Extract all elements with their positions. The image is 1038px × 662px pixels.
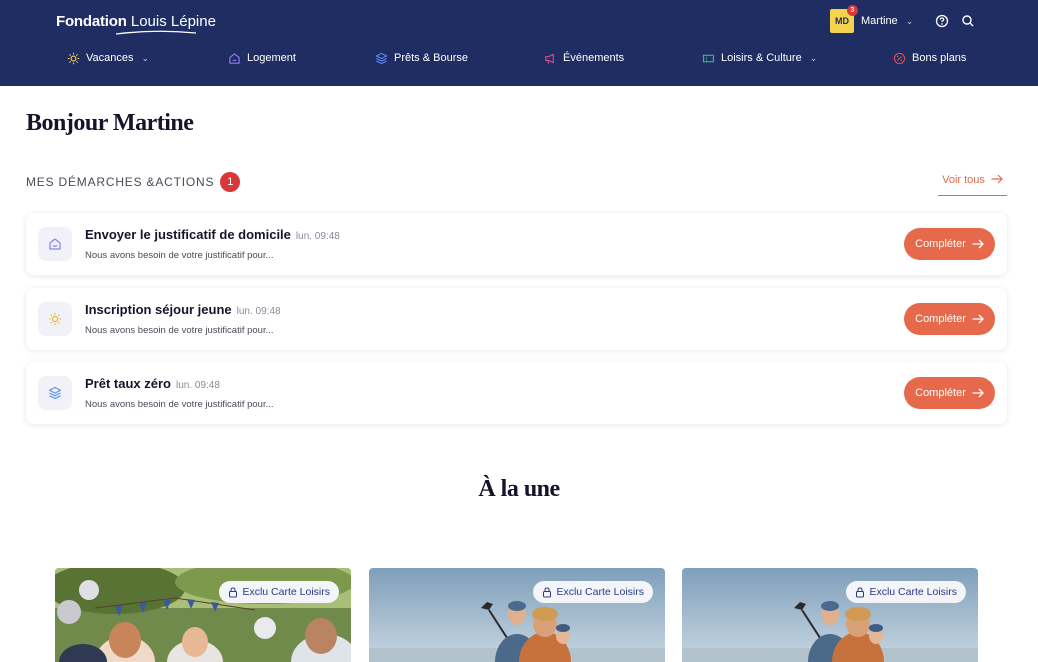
exclusive-tag: Exclu Carte Loisirs (533, 581, 653, 603)
chevron-down-icon: ⌄ (141, 52, 150, 63)
tag-label: Exclu Carte Loisirs (869, 586, 957, 598)
search-icon[interactable] (961, 14, 975, 28)
action-card[interactable]: Inscription séjour jeune lun. 09:48 Nous … (26, 288, 1007, 350)
nav-label: Logement (247, 52, 296, 64)
action-title: Prêt taux zéro lun. 09:48 (85, 376, 220, 391)
action-title-text: Envoyer le justificatif de domicile (85, 227, 291, 242)
logo-bold-text: Fondation (56, 13, 127, 30)
featured-card[interactable]: Exclu Carte Loisirs (682, 568, 978, 662)
layers-icon (375, 52, 388, 65)
actions-section-header: MES DÉMARCHES &ACTIONS 1 (26, 172, 241, 192)
see-all-label: Voir tous (942, 174, 985, 186)
button-label: Compléter (915, 313, 966, 325)
notification-badge: 3 (847, 5, 858, 16)
tag-label: Exclu Carte Loisirs (242, 586, 330, 598)
chevron-down-icon: ⌄ (905, 15, 914, 26)
complete-button[interactable]: Compléter (904, 303, 995, 335)
action-description: Nous avons besoin de votre justificatif … (85, 399, 274, 410)
button-label: Compléter (915, 387, 966, 399)
action-time: lun. 09:48 (175, 380, 220, 391)
home-icon (228, 52, 241, 65)
nav-item-prets-bourse[interactable]: Prêts & Bourse (375, 48, 468, 68)
featured-card[interactable]: Exclu Carte Loisirs (369, 568, 665, 662)
arrow-right-icon (972, 239, 984, 249)
lock-icon (229, 586, 238, 597)
nav-item-bons-plans[interactable]: Bons plans (893, 48, 966, 68)
user-menu[interactable]: MD 3 Martine ⌄ (830, 5, 914, 33)
nav-label: Événements (563, 52, 625, 64)
nav-label: Vacances (86, 52, 134, 64)
action-card[interactable]: Envoyer le justificatif de domicile lun. … (26, 213, 1007, 275)
arrow-right-icon (991, 174, 1003, 184)
sun-icon (67, 52, 80, 65)
action-title-text: Prêt taux zéro (85, 376, 171, 391)
button-label: Compléter (915, 238, 966, 250)
complete-button[interactable]: Compléter (904, 377, 995, 409)
lock-icon (856, 586, 865, 597)
user-name: Martine (861, 15, 898, 27)
chevron-down-icon: ⌄ (809, 52, 818, 63)
featured-title: À la une (478, 476, 560, 502)
nav-label: Prêts & Bourse (394, 52, 468, 64)
exclusive-tag: Exclu Carte Loisirs (846, 581, 966, 603)
discount-icon (893, 52, 906, 65)
ticket-icon (702, 52, 715, 65)
lock-icon (543, 586, 552, 597)
avatar-initials: MD (835, 16, 849, 26)
action-card[interactable]: Prêt taux zéro lun. 09:48 Nous avons beso… (26, 362, 1007, 424)
help-icon[interactable] (935, 14, 949, 28)
action-title-text: Inscription séjour jeune (85, 302, 232, 317)
sun-icon (38, 302, 72, 336)
megaphone-icon (544, 52, 557, 65)
arrow-right-icon (972, 388, 984, 398)
tag-label: Exclu Carte Loisirs (556, 586, 644, 598)
action-title: Envoyer le justificatif de domicile lun. … (85, 227, 340, 242)
nav-item-vacances[interactable]: Vacances ⌄ (67, 48, 149, 68)
action-description: Nous avons besoin de votre justificatif … (85, 325, 274, 336)
home-icon (38, 227, 72, 261)
count-badge: 1 (220, 172, 241, 192)
nav-label: Bons plans (912, 52, 967, 64)
logo[interactable]: Fondation Louis Lépine (56, 12, 216, 35)
logo-light-text: Louis Lépine (130, 13, 216, 30)
arrow-right-icon (972, 314, 984, 324)
featured-card[interactable]: Exclu Carte Loisirs (55, 568, 351, 662)
nav-item-loisirs-culture[interactable]: Loisirs & Culture ⌄ (702, 48, 817, 68)
action-time: lun. 09:48 (236, 306, 281, 317)
avatar[interactable]: MD 3 (830, 5, 858, 33)
see-all-link[interactable]: Voir tous (938, 174, 1007, 196)
nav-label: Loisirs & Culture (721, 52, 802, 64)
nav-item-evenements[interactable]: Événements (544, 48, 624, 68)
action-title: Inscription séjour jeune lun. 09:48 (85, 302, 281, 317)
exclusive-tag: Exclu Carte Loisirs (219, 581, 339, 603)
layers-icon (38, 376, 72, 410)
complete-button[interactable]: Compléter (904, 228, 995, 260)
top-header: Fondation Louis Lépine MD 3 Martine ⌄ Va… (0, 0, 1038, 86)
nav-item-logement[interactable]: Logement (228, 48, 296, 68)
logo-swoosh (116, 30, 196, 35)
section-title: MES DÉMARCHES &ACTIONS (26, 175, 215, 189)
page-title: Bonjour Martine (26, 110, 194, 136)
action-time: lun. 09:48 (295, 231, 340, 242)
action-description: Nous avons besoin de votre justificatif … (85, 250, 274, 261)
